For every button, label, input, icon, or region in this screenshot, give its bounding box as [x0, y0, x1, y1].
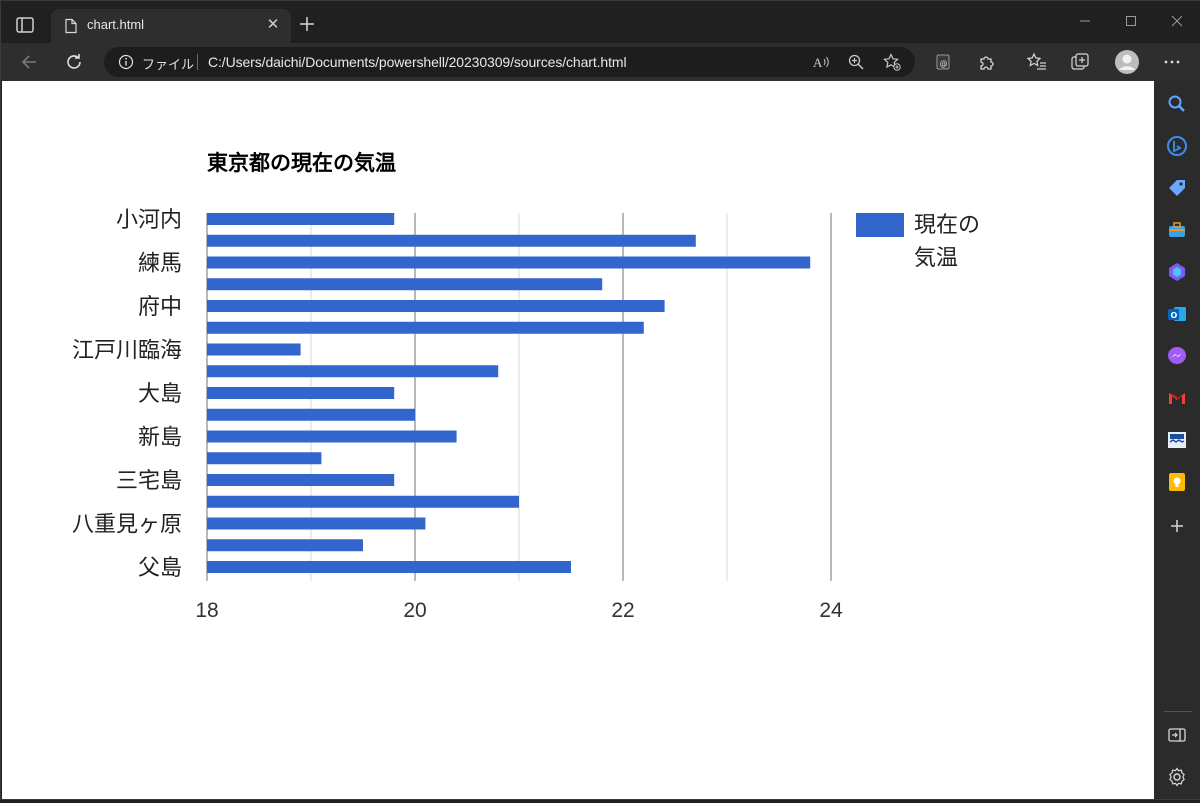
back-icon[interactable] [19, 51, 41, 73]
more-icon[interactable] [1161, 51, 1183, 73]
read-aloud-icon[interactable]: A [812, 53, 830, 71]
x-tick-label: 24 [819, 599, 843, 622]
bar-0 [207, 213, 395, 225]
new-tab-icon[interactable] [297, 14, 317, 34]
bar-1 [207, 234, 696, 247]
messenger-icon[interactable] [1166, 345, 1188, 367]
bar-4 [207, 300, 665, 312]
bar-6 [207, 343, 301, 356]
chart-legend: 現在の 気温 [856, 212, 980, 270]
y-tick-label: 大島 [138, 381, 182, 406]
add-favorite-icon[interactable] [883, 53, 901, 71]
tab-title: chart.html [87, 17, 145, 32]
bar-15 [207, 539, 363, 552]
tab-actions-icon[interactable] [13, 13, 37, 37]
y-tick-label: 府中 [138, 294, 182, 319]
gmail-icon[interactable] [1166, 387, 1188, 409]
x-tick-label: 22 [611, 599, 634, 622]
address-separator [197, 54, 198, 70]
bar-chart: 東京都の現在の気温 小河内練馬府中江戸川臨海大島新島三宅島八重見ヶ原父島 18 2… [72, 151, 980, 622]
bar-2 [207, 256, 811, 269]
bar-7 [207, 365, 499, 378]
y-tick-label: 八重見ヶ原 [72, 512, 182, 537]
outlook-icon[interactable]: O [1166, 303, 1188, 325]
y-tick-label: 三宅島 [116, 468, 182, 493]
legend-label-line2: 気温 [914, 245, 958, 270]
tab-strip: chart.html ✕ [1, 1, 1200, 43]
legend-label-line1: 現在の [914, 212, 980, 237]
split-screen-icon[interactable] [1166, 724, 1188, 746]
profile-icon[interactable] [1114, 49, 1140, 75]
bar-12 [207, 474, 395, 486]
bar-10 [207, 430, 457, 443]
search-icon[interactable] [1166, 93, 1188, 115]
page-content: 東京都の現在の気温 小河内練馬府中江戸川臨海大島新島三宅島八重見ヶ原父島 18 2… [2, 81, 1154, 799]
file-icon [65, 18, 77, 34]
address-prefix: ファイル [142, 57, 195, 72]
svg-text:@: @ [940, 59, 948, 68]
y-tick-label: 父島 [138, 555, 182, 580]
y-tick-label: 小河内 [116, 207, 182, 232]
bing-icon[interactable] [1166, 135, 1188, 157]
shopping-icon[interactable] [1166, 177, 1188, 199]
bar-9 [207, 408, 415, 421]
chart-bars [207, 213, 811, 573]
favorites-icon[interactable] [1026, 51, 1048, 73]
url-text[interactable]: C:/Users/daichi/Documents/powershell/202… [208, 54, 627, 70]
bar-11 [207, 452, 322, 465]
y-tick-label: 新島 [138, 425, 182, 450]
bar-13 [207, 495, 519, 508]
bar-8 [207, 387, 395, 399]
bar-5 [207, 321, 644, 334]
x-tick-label: 20 [403, 599, 426, 622]
minimize-icon[interactable] [1073, 11, 1097, 31]
tab-chart[interactable]: chart.html ✕ [51, 9, 291, 43]
tools-icon[interactable] [1166, 219, 1188, 241]
zoom-icon[interactable] [847, 53, 865, 71]
settings-icon[interactable] [1166, 766, 1188, 788]
news-icon[interactable] [1166, 429, 1188, 451]
sidebar-divider [1164, 711, 1192, 712]
svg-text:O: O [1171, 311, 1178, 320]
chart-x-labels: 18 20 22 24 [195, 599, 843, 622]
legend-swatch [856, 213, 904, 237]
bar-3 [207, 278, 603, 291]
close-window-icon[interactable] [1165, 11, 1189, 31]
bar-14 [207, 517, 426, 530]
refresh-icon[interactable] [63, 51, 85, 73]
bar-16 [207, 561, 571, 573]
maximize-icon[interactable] [1119, 11, 1143, 31]
m365-icon[interactable] [1166, 261, 1188, 283]
collections-icon[interactable] [1069, 51, 1091, 73]
info-icon[interactable] [118, 54, 134, 70]
keep-icon[interactable] [1166, 471, 1188, 493]
x-tick-label: 18 [195, 599, 218, 622]
extension-icon[interactable]: @ [932, 51, 954, 73]
browser-window: chart.html ✕ ファイル C:/Users/daichi/Docume… [0, 0, 1200, 800]
puzzle-icon[interactable] [976, 51, 998, 73]
chart-y-labels: 小河内練馬府中江戸川臨海大島新島三宅島八重見ヶ原父島 [72, 207, 182, 580]
add-icon[interactable] [1166, 515, 1188, 537]
svg-text:A: A [813, 55, 823, 70]
address-bar[interactable]: ファイル C:/Users/daichi/Documents/powershel… [104, 47, 915, 77]
edge-sidebar: O [1154, 81, 1200, 799]
browser-toolbar: ファイル C:/Users/daichi/Documents/powershel… [1, 43, 1200, 81]
chart-title: 東京都の現在の気温 [207, 151, 396, 175]
close-tab-icon[interactable]: ✕ [265, 16, 281, 32]
y-tick-label: 江戸川臨海 [72, 338, 182, 363]
y-tick-label: 練馬 [138, 251, 182, 276]
